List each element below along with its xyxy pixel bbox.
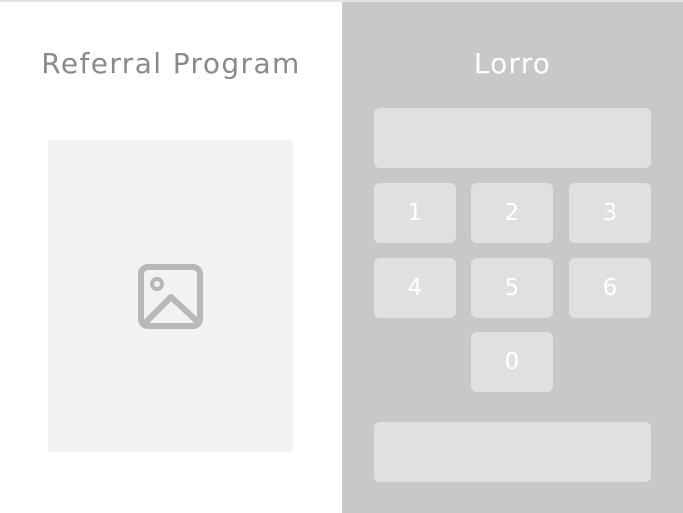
image-icon: [138, 264, 203, 329]
keypad-panel: Lorro 1 2 3 4 5 6 0: [342, 2, 683, 513]
keypad-key-1[interactable]: 1: [374, 183, 456, 243]
image-placeholder: [48, 140, 293, 452]
page-title: Referral Program: [41, 47, 301, 80]
keypad-key-0[interactable]: 0: [471, 332, 553, 392]
keypad-key-4[interactable]: 4: [374, 258, 456, 318]
keypad-key-5[interactable]: 5: [471, 258, 553, 318]
keypad-key-6[interactable]: 6: [569, 258, 651, 318]
code-display-field[interactable]: [374, 108, 651, 168]
referral-panel: Referral Program: [0, 2, 342, 513]
submit-button[interactable]: [374, 422, 651, 482]
brand-name: Lorro: [473, 47, 552, 80]
keypad-key-3[interactable]: 3: [569, 183, 651, 243]
keypad-key-2[interactable]: 2: [471, 183, 553, 243]
